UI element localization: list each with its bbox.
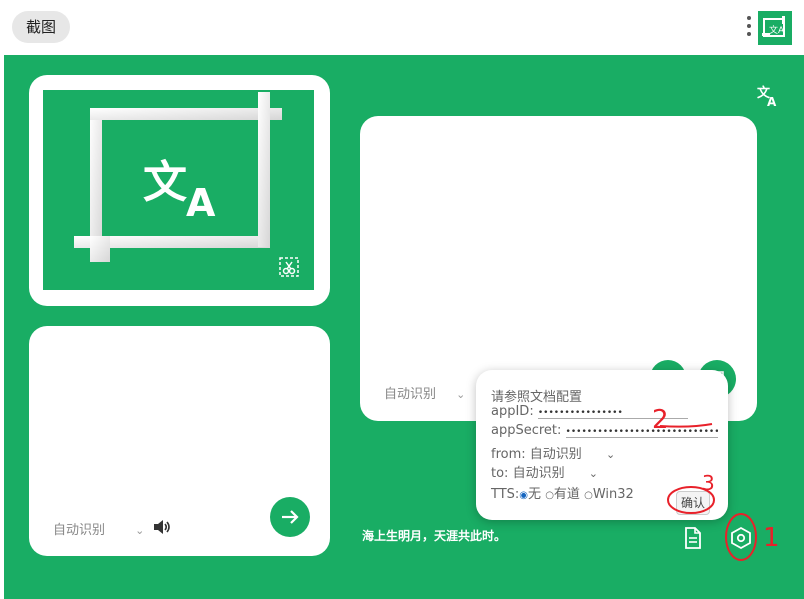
appsecret-row: appSecret: •••••••••••••••••••••••••••••… bbox=[491, 423, 718, 438]
source-textarea[interactable] bbox=[43, 338, 316, 498]
settings-popup: 请参照文档配置 appID: •••••••••••••••• appSecre… bbox=[476, 370, 728, 520]
translate-icon[interactable]: 文 A bbox=[757, 84, 781, 109]
app-logo-icon[interactable]: 文A bbox=[758, 11, 792, 45]
tts-radio-none[interactable]: ◉ bbox=[519, 490, 528, 501]
translate-submit-button[interactable] bbox=[270, 497, 310, 537]
target-lang-value: 自动识别 bbox=[384, 387, 437, 402]
target-textarea[interactable] bbox=[374, 128, 742, 348]
arrow-right-icon bbox=[282, 510, 299, 524]
chevron-down-icon: ⌄ bbox=[456, 388, 466, 401]
from-row: from: 自动识别 ⌄ bbox=[491, 443, 615, 462]
chevron-down-icon: ⌄ bbox=[135, 524, 145, 537]
tts-option-youdao: 有道 bbox=[553, 487, 580, 502]
document-icon[interactable] bbox=[683, 527, 703, 549]
popup-title: 请参照文档配置 bbox=[491, 390, 583, 405]
appid-label: appID: bbox=[491, 404, 534, 419]
from-label: from: bbox=[491, 447, 526, 462]
screenshot-crop-icon[interactable]: 文 A bbox=[43, 90, 314, 290]
svg-text:文: 文 bbox=[143, 157, 187, 208]
target-lang-select[interactable]: 自动识别 ⌄ bbox=[384, 383, 465, 402]
tts-option-none: 无 bbox=[528, 487, 542, 502]
confirm-button[interactable]: 确认 bbox=[676, 491, 710, 515]
source-text-card: 自动识别 ⌄ bbox=[29, 326, 330, 556]
tts-row: TTS:◉无 ○有道 ○Win32 bbox=[491, 483, 634, 502]
screenshot-tab[interactable]: 截图 bbox=[12, 11, 71, 43]
speaker-icon[interactable] bbox=[152, 517, 172, 537]
svg-text:文A: 文A bbox=[769, 24, 785, 36]
tts-radio-youdao[interactable]: ○ bbox=[545, 490, 554, 501]
to-select[interactable]: 自动识别 bbox=[513, 466, 565, 481]
appsecret-input[interactable]: •••••••••••••••••••••••••••••••• bbox=[565, 427, 718, 438]
svg-text:A: A bbox=[767, 95, 777, 108]
from-select[interactable]: 自动识别 bbox=[530, 447, 582, 462]
svg-text:A: A bbox=[186, 181, 216, 225]
source-lang-select[interactable]: 自动识别 ⌄ bbox=[53, 519, 144, 538]
more-vert-icon[interactable] bbox=[745, 16, 753, 40]
chevron-down-icon: ⌄ bbox=[588, 467, 598, 480]
to-label: to: bbox=[491, 466, 509, 481]
chevron-down-icon: ⌄ bbox=[605, 448, 616, 461]
appid-row: appID: •••••••••••••••• bbox=[491, 404, 688, 419]
poem-text: 海上生明月，天涯共此时。 bbox=[362, 529, 507, 543]
screenshot-card: 文 A bbox=[29, 75, 330, 306]
tts-label: TTS: bbox=[491, 487, 520, 502]
settings-hex-icon[interactable] bbox=[730, 526, 752, 550]
tts-radio-win32[interactable]: ○ bbox=[584, 490, 593, 501]
tts-option-win32: Win32 bbox=[592, 487, 634, 502]
appsecret-label: appSecret: bbox=[491, 423, 562, 438]
source-lang-value: 自动识别 bbox=[53, 523, 106, 538]
scissors-icon[interactable] bbox=[279, 257, 299, 277]
to-row: to: 自动识别 ⌄ bbox=[491, 462, 598, 481]
top-bar: 截图 文A bbox=[0, 0, 804, 55]
appid-input[interactable]: •••••••••••••••• bbox=[537, 408, 688, 419]
